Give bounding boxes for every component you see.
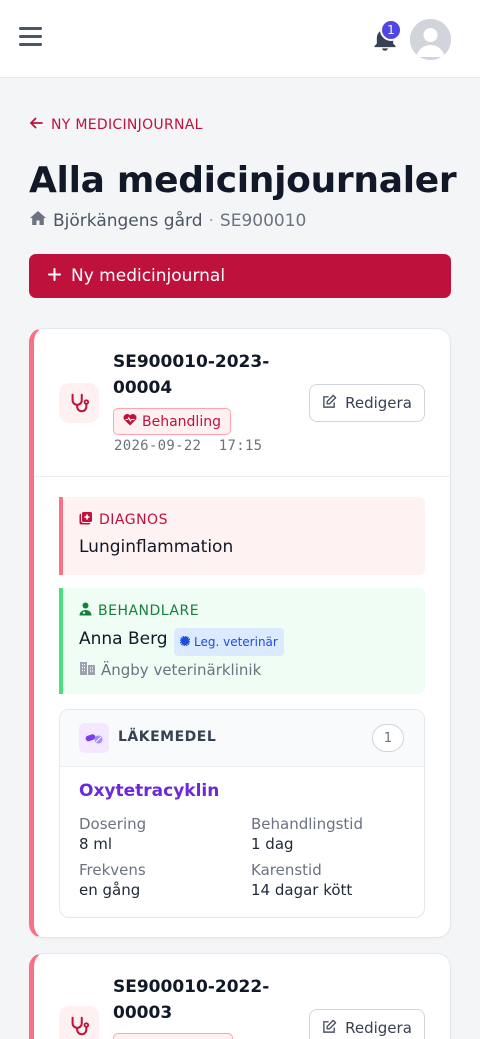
- diagnosis-label: DIAGNOS: [99, 512, 168, 528]
- frequency-label: Frekvens: [79, 861, 146, 879]
- diagnosis-section: DIAGNOS Lunginflammation: [59, 497, 425, 575]
- record-number-line1: SE900010-2022-: [113, 977, 270, 997]
- edit-icon: [322, 394, 337, 413]
- medications-count: 1: [372, 724, 404, 752]
- page-title: Alla medicinjournaler: [29, 160, 457, 201]
- edit-button-label: Redigera: [345, 394, 412, 412]
- journal-card: SE900010-2022- 00003 Redigera: [29, 953, 451, 1039]
- record-timestamp: 2026-09-22 17:15: [114, 438, 263, 454]
- vet-role-badge: Leg. veterinär: [174, 628, 284, 656]
- dosage-label: Dosering: [79, 815, 147, 833]
- withdrawal-label: Karenstid: [251, 861, 322, 879]
- journal-card: SE900010-2023- 00004 Behandling 2026-09-…: [29, 328, 451, 938]
- withdrawal-value: 14 dagar kött: [251, 881, 353, 899]
- stethoscope-icon: [59, 1006, 99, 1039]
- edit-icon: [322, 1019, 337, 1038]
- drug-name: Oxytetracyklin: [79, 781, 220, 801]
- vet-label: BEHANDLARE: [98, 603, 200, 619]
- back-link-label: NY MEDICINJOURNAL: [51, 117, 203, 133]
- dosage-value: 8 ml: [79, 835, 113, 853]
- separator: ·: [208, 210, 214, 231]
- status-badge: Behandling: [113, 408, 231, 435]
- vet-heading: BEHANDLARE: [79, 602, 199, 620]
- duration-value: 1 dag: [251, 835, 294, 853]
- menu-icon[interactable]: [19, 27, 42, 47]
- edit-button[interactable]: Redigera: [309, 384, 425, 422]
- pills-icon: [79, 723, 109, 753]
- farm-name: Björkängens gård: [53, 210, 203, 231]
- home-icon: [29, 210, 47, 231]
- medications-section: LÄKEMEDEL 1 Oxytetracyklin Dosering 8 ml…: [59, 709, 425, 918]
- vet-clinic-name: Ängby veterinärklinik: [101, 660, 262, 679]
- avatar[interactable]: [410, 19, 451, 60]
- top-bar: 1: [0, 0, 480, 78]
- building-icon: [79, 660, 96, 679]
- back-link[interactable]: NY MEDICINJOURNAL: [29, 116, 203, 134]
- duration-label: Behandlingstid: [251, 815, 363, 833]
- record-type: Behandling: [142, 413, 221, 430]
- farm-id: SE900010: [219, 210, 307, 231]
- diagnosis-heading: DIAGNOS: [79, 511, 168, 529]
- farm-breadcrumb: Björkängens gård · SE900010: [29, 210, 306, 231]
- edit-button-label: Redigera: [345, 1019, 412, 1037]
- card-header: SE900010-2023- 00004 Behandling 2026-09-…: [34, 329, 450, 477]
- record-number-line1: SE900010-2023-: [113, 352, 270, 372]
- vet-name: Anna Berg: [79, 629, 168, 649]
- medications-title: LÄKEMEDEL: [118, 729, 217, 745]
- status-badge: [113, 1033, 233, 1039]
- new-journal-button[interactable]: Ny medicinjournal: [29, 254, 451, 298]
- stethoscope-icon: [59, 383, 99, 423]
- frequency-value: en gång: [79, 881, 141, 899]
- medical-file-icon: [79, 511, 93, 529]
- notification-badge: 1: [380, 19, 402, 41]
- record-number: SE900010-2023- 00004: [113, 349, 273, 401]
- medications-header: LÄKEMEDEL 1: [60, 710, 424, 767]
- vet-clinic: Ängby veterinärklinik: [79, 660, 261, 679]
- diagnosis-value: Lunginflammation: [79, 537, 234, 557]
- vet-role: Leg. veterinär: [194, 635, 278, 649]
- heart-pulse-icon: [123, 413, 137, 430]
- record-number-line2: 00004: [113, 378, 173, 398]
- new-journal-label: Ny medicinjournal: [71, 266, 226, 286]
- doctor-icon: [79, 602, 92, 620]
- certificate-icon: [179, 635, 191, 649]
- vet-section: BEHANDLARE Anna Berg Leg. veterinär Ängb…: [59, 588, 425, 694]
- edit-button[interactable]: Redigera: [309, 1009, 425, 1039]
- arrow-left-icon: [29, 116, 43, 134]
- plus-icon: [48, 266, 61, 286]
- record-number-line2: 00003: [113, 1003, 173, 1023]
- record-number: SE900010-2022- 00003: [113, 974, 273, 1026]
